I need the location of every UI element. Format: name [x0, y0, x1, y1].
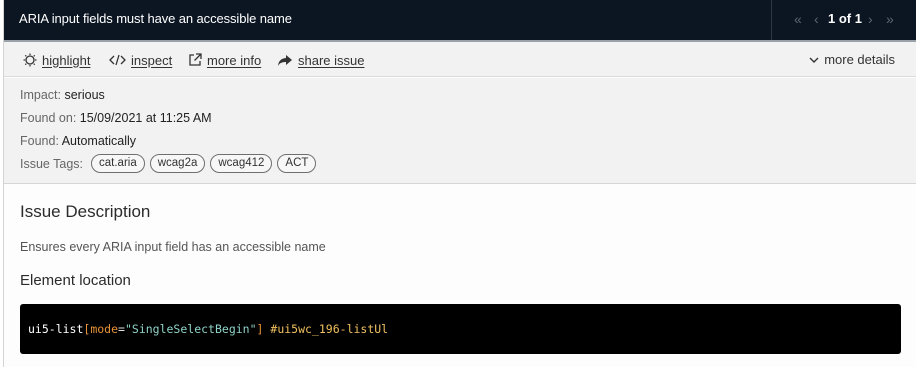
tag-badge: ACT: [277, 154, 317, 173]
inspect-label: inspect: [131, 52, 173, 68]
impact-row: Impact: serious: [20, 87, 105, 103]
description-text: Ensures every ARIA input field has an ac…: [20, 240, 326, 254]
issue-meta: Impact: serious Found on: 15/09/2021 at …: [4, 78, 916, 184]
first-page-icon[interactable]: «: [794, 11, 802, 27]
prev-page-icon[interactable]: ‹: [814, 11, 819, 27]
more-info-button[interactable]: more info: [188, 52, 261, 68]
found-row: Found: Automatically: [20, 133, 136, 149]
selector-id: #ui5wc_196-listUl: [270, 322, 389, 336]
tag-badge: cat.aria: [91, 154, 145, 173]
tags-label: Issue Tags:: [20, 156, 84, 171]
more-details-toggle[interactable]: more details: [809, 52, 895, 67]
selector-equals: =: [118, 322, 125, 336]
inspect-button[interactable]: inspect: [109, 52, 172, 68]
found-value: Automatically: [61, 134, 137, 148]
description-heading: Issue Description: [20, 202, 151, 221]
chevron-down-icon: [809, 52, 819, 67]
share-issue-button[interactable]: share issue: [277, 52, 364, 68]
found-on-value: 15/09/2021 at 11:25 AM: [79, 111, 212, 125]
selector-attribute: mode: [90, 322, 119, 336]
next-page-icon[interactable]: ›: [868, 11, 873, 27]
highlight-button[interactable]: highlight: [23, 52, 90, 68]
pager-count: 1 of 1: [828, 11, 862, 26]
impact-label: Impact:: [20, 88, 61, 102]
impact-value: serious: [64, 88, 105, 102]
issue-toolbar: highlight inspect more info share issue …: [4, 42, 916, 77]
element-selector-code: ui5-list[mode="SingleSelectBegin"] #ui5w…: [20, 304, 901, 354]
more-details-label: more details: [824, 52, 895, 67]
tag-badge: wcag2a: [149, 154, 206, 173]
more-info-label: more info: [207, 52, 262, 68]
share-issue-label: share issue: [298, 52, 365, 68]
found-on-label: Found on:: [20, 111, 77, 125]
issue-panel: ARIA input fields must have an accessibl…: [3, 0, 916, 367]
found-label: Found:: [20, 134, 59, 148]
issue-tags: Issue Tags: cat.aria wcag2a wcag412 ACT: [20, 154, 317, 173]
external-link-icon: [188, 53, 202, 67]
last-page-icon[interactable]: »: [886, 11, 894, 27]
share-icon: [277, 54, 293, 67]
element-location-heading: Element location: [20, 272, 131, 289]
found-on-row: Found on: 15/09/2021 at 11:25 AM: [20, 110, 212, 126]
code-icon: [109, 54, 126, 66]
selector-value: "SingleSelectBegin": [124, 322, 257, 336]
tag-badge: wcag412: [210, 154, 273, 173]
pager: « ‹ 1 of 1 › »: [771, 0, 916, 40]
selector-tag: ui5-list: [28, 322, 84, 336]
highlight-label: highlight: [42, 52, 91, 68]
sun-icon: [23, 53, 37, 67]
issue-header: ARIA input fields must have an accessibl…: [4, 0, 916, 40]
issue-title: ARIA input fields must have an accessibl…: [19, 11, 292, 26]
